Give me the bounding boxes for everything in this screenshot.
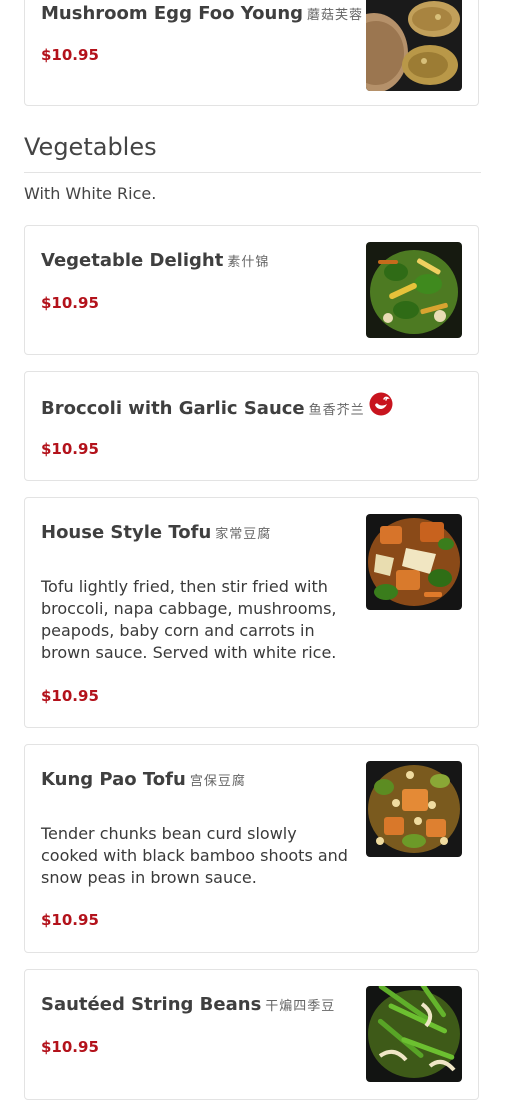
item-image-string-beans [366,986,462,1082]
item-description: Tender chunks bean curd slowly cooked wi… [41,824,348,887]
menu-item-card-mushroom-egg-foo-young[interactable]: Mushroom Egg Foo Young 蘑菇芙蓉 $10.95 [24,0,479,106]
item-description: Tofu lightly fried, then stir fried with… [41,577,337,662]
menu-item-card-house-style-tofu[interactable]: House Style Tofu 家常豆腐 Tofu lightly fried,… [24,497,479,728]
item-image-vegetable-delight [366,242,462,338]
item-name: Vegetable Delight 素什锦 [41,250,269,274]
chili-pepper-icon [369,392,393,422]
menu-item-card-sauteed-string-beans[interactable]: Sautéed String Beans 干煸四季豆 $10.95 [24,969,479,1100]
item-name: Kung Pao Tofu 宫保豆腐 [41,769,246,793]
section-note: With White Rice. [24,184,157,203]
item-image-kung-pao-tofu [366,761,462,857]
item-name-en: Mushroom Egg Foo Young [41,3,304,24]
item-name: Mushroom Egg Foo Young 蘑菇芙蓉 [41,3,363,27]
item-name-en: Vegetable Delight [41,250,224,271]
item-name-cn: 鱼香芥兰 [308,403,365,418]
item-image-house-style-tofu [366,514,462,610]
section-divider [24,172,481,173]
item-name-cn: 宫保豆腐 [189,774,246,789]
item-name-cn: 素什锦 [227,255,270,270]
item-name-en: Sautéed String Beans [41,994,262,1015]
item-name: House Style Tofu 家常豆腐 [41,522,271,546]
menu-item-card-vegetable-delight[interactable]: Vegetable Delight 素什锦 $10.95 [24,225,479,355]
item-price: $10.95 [41,1038,99,1056]
item-name-cn: 蘑菇芙蓉 [307,8,364,23]
item-price: $10.95 [41,294,99,312]
menu-page: Mushroom Egg Foo Young 蘑菇芙蓉 $10.95 Vegeta… [0,0,510,1101]
item-name-cn: 干煸四季豆 [265,999,336,1014]
menu-item-card-broccoli-garlic-sauce[interactable]: Broccoli with Garlic Sauce 鱼香芥兰 $10.95 [24,371,479,481]
menu-item-card-kung-pao-tofu[interactable]: Kung Pao Tofu 宫保豆腐 Tender chunks bean cur… [24,744,479,953]
item-name: Broccoli with Garlic Sauce 鱼香芥兰 [41,392,393,422]
item-name: Sautéed String Beans 干煸四季豆 [41,994,335,1018]
section-title: Vegetables [24,133,157,161]
item-name-en: House Style Tofu [41,522,212,543]
item-price: $10.95 [41,911,99,929]
item-price: $10.95 [41,687,99,705]
item-price: $10.95 [41,46,99,64]
item-image-egg-foo-young [366,0,462,91]
item-name-en: Broccoli with Garlic Sauce [41,398,305,419]
item-name-cn: 家常豆腐 [215,527,272,542]
item-name-en: Kung Pao Tofu [41,769,186,790]
item-price: $10.95 [41,440,99,458]
